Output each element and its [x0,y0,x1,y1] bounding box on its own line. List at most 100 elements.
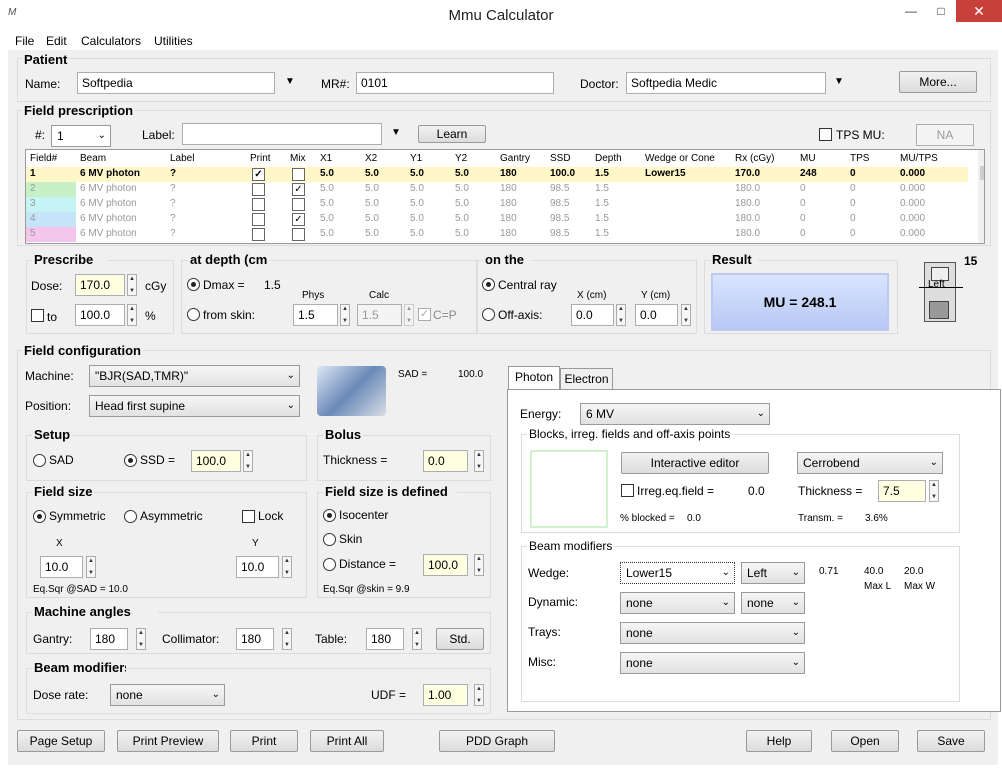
distance-radio[interactable] [323,558,336,571]
save-button[interactable]: Save [917,730,985,752]
bolus-spinner[interactable] [474,450,484,472]
print-checkbox[interactable] [252,198,265,211]
print-button[interactable]: Print [230,730,298,752]
cerrobend-select[interactable]: Cerrobend ⌄ [797,452,943,474]
table-row[interactable]: 3 6 MV photon? 5.0 5.0 5.0 5.0 180 98.5 1.5 180.0… [26,197,968,212]
isocenter-radio[interactable] [323,509,336,522]
udf-spinner[interactable] [474,684,484,706]
mix-checkbox[interactable]: ✓ [292,183,305,196]
lock-checkbox[interactable] [242,510,255,523]
menu-file[interactable]: File [15,34,34,48]
energy-select[interactable]: 6 MV ⌄ [580,403,770,425]
table-angle-field[interactable]: 180 [366,628,404,650]
label-dropdown-icon[interactable]: ▼ [391,127,401,138]
more-button[interactable]: More... [899,71,977,93]
tps-mu-checkbox[interactable] [819,128,832,141]
maximize-button[interactable]: □ [926,0,956,22]
to-spinner[interactable] [127,304,137,326]
irreg-field-checkbox[interactable] [621,484,634,497]
doctor-field[interactable]: Softpedia Medic [626,72,826,94]
fs-y-spinner[interactable] [282,556,292,578]
dose-rate-select[interactable]: none ⌄ [110,684,225,706]
calc-depth-field[interactable]: 1.5 [357,304,402,326]
fs-x-field[interactable]: 10.0 [40,556,83,578]
asymmetric-radio[interactable] [124,510,137,523]
off-axis-radio[interactable] [482,308,495,321]
open-button[interactable]: Open [831,730,899,752]
mix-checkbox[interactable] [292,168,305,181]
symmetric-radio[interactable] [33,510,46,523]
label-field[interactable] [182,123,382,145]
to-checkbox[interactable] [31,309,44,322]
mix-checkbox[interactable] [292,228,305,241]
bolus-thickness-field[interactable]: 0.0 [423,450,468,472]
print-checkbox[interactable]: ✓ [252,168,265,181]
mix-checkbox[interactable]: ✓ [292,213,305,226]
learn-button[interactable]: Learn [418,125,486,143]
dmax-radio[interactable] [187,278,200,291]
off-axis-y-field[interactable]: 0.0 [635,304,678,326]
print-checkbox[interactable] [252,183,265,196]
table-row[interactable]: 2 6 MV photon? ✓ 5.0 5.0 5.0 5.0 180 98.5 1.5 180.… [26,182,968,197]
dose-field[interactable]: 170.0 [75,274,125,296]
trays-select[interactable]: none ⌄ [620,622,805,644]
name-dropdown-icon[interactable]: ▼ [285,76,295,87]
close-button[interactable]: ✕ [956,0,1002,22]
ssd-spinner[interactable] [243,450,253,472]
machine-select[interactable]: "BJR(SAD,TMR)" ⌄ [89,365,300,387]
to-field[interactable]: 100.0 [75,304,125,326]
off-axis-y-spinner[interactable] [681,304,691,326]
dose-spinner[interactable] [127,274,137,296]
name-field[interactable]: Softpedia [77,72,275,94]
tps-mu-field[interactable]: NA [916,124,974,146]
phys-spinner[interactable] [340,304,350,326]
fs-y-field[interactable]: 10.0 [236,556,279,578]
off-axis-x-field[interactable]: 0.0 [571,304,614,326]
skin-radio[interactable] [323,533,336,546]
cp-checkbox[interactable]: ✓ [418,308,431,321]
off-axis-x-spinner[interactable] [616,304,626,326]
interactive-editor-button[interactable]: Interactive editor [621,452,769,474]
sad-radio[interactable] [33,454,46,467]
table-row[interactable]: 5 6 MV photon? 5.0 5.0 5.0 5.0 180 98.5 1.5 180.0… [26,227,968,242]
print-preview-button[interactable]: Print Preview [117,730,219,752]
gantry-field[interactable]: 180 [90,628,128,650]
from-skin-radio[interactable] [187,308,200,321]
phys-depth-field[interactable]: 1.5 [293,304,338,326]
pdd-graph-button[interactable]: PDD Graph [439,730,555,752]
page-setup-button[interactable]: Page Setup [17,730,105,752]
std-button[interactable]: Std. [436,628,484,650]
field-table[interactable]: Field# Beam Label Print Mix X1 X2 Y1 Y2 … [25,149,985,244]
fs-x-spinner[interactable] [86,556,96,578]
print-checkbox[interactable] [252,228,265,241]
central-ray-radio[interactable] [482,278,495,291]
tab-photon[interactable]: Photon [508,366,560,390]
wedge-side-select[interactable]: Left ⌄ [741,562,805,584]
block-thickness-field[interactable]: 7.5 [878,480,926,502]
collimator-field[interactable]: 180 [236,628,274,650]
menu-calculators[interactable]: Calculators [81,34,141,48]
calc-spinner[interactable] [404,304,414,326]
table-angle-spinner[interactable] [412,628,422,650]
udf-field[interactable]: 1.00 [423,684,468,706]
block-thickness-spinner[interactable] [929,480,939,502]
table-row[interactable]: 1 6 MV photon? ✓ 5.0 5.0 5.0 5.0 180 100.0 1.5 Low… [26,167,968,182]
menu-utilities[interactable]: Utilities [154,34,193,48]
print-checkbox[interactable] [252,213,265,226]
menu-edit[interactable]: Edit [46,34,67,48]
position-select[interactable]: Head first supine ⌄ [89,395,300,417]
ssd-field[interactable]: 100.0 [191,450,241,472]
gantry-spinner[interactable] [136,628,146,650]
collimator-spinner[interactable] [282,628,292,650]
field-number-select[interactable]: 1 ⌄ [51,125,111,147]
ssd-radio[interactable] [124,454,137,467]
dynamic-side-select[interactable]: none ⌄ [741,592,805,614]
help-button[interactable]: Help [746,730,812,752]
mix-checkbox[interactable] [292,198,305,211]
wedge-select[interactable]: Lower15 ⌄ [620,562,735,584]
table-row[interactable]: 4 6 MV photon? ✓ 5.0 5.0 5.0 5.0 180 98.5 1.5 180.… [26,212,968,227]
mr-field[interactable]: 0101 [356,72,554,94]
tab-electron[interactable]: Electron [560,368,613,390]
dynamic-select[interactable]: none ⌄ [620,592,735,614]
table-scrollbar[interactable]: ▲ ▼ [978,150,984,243]
